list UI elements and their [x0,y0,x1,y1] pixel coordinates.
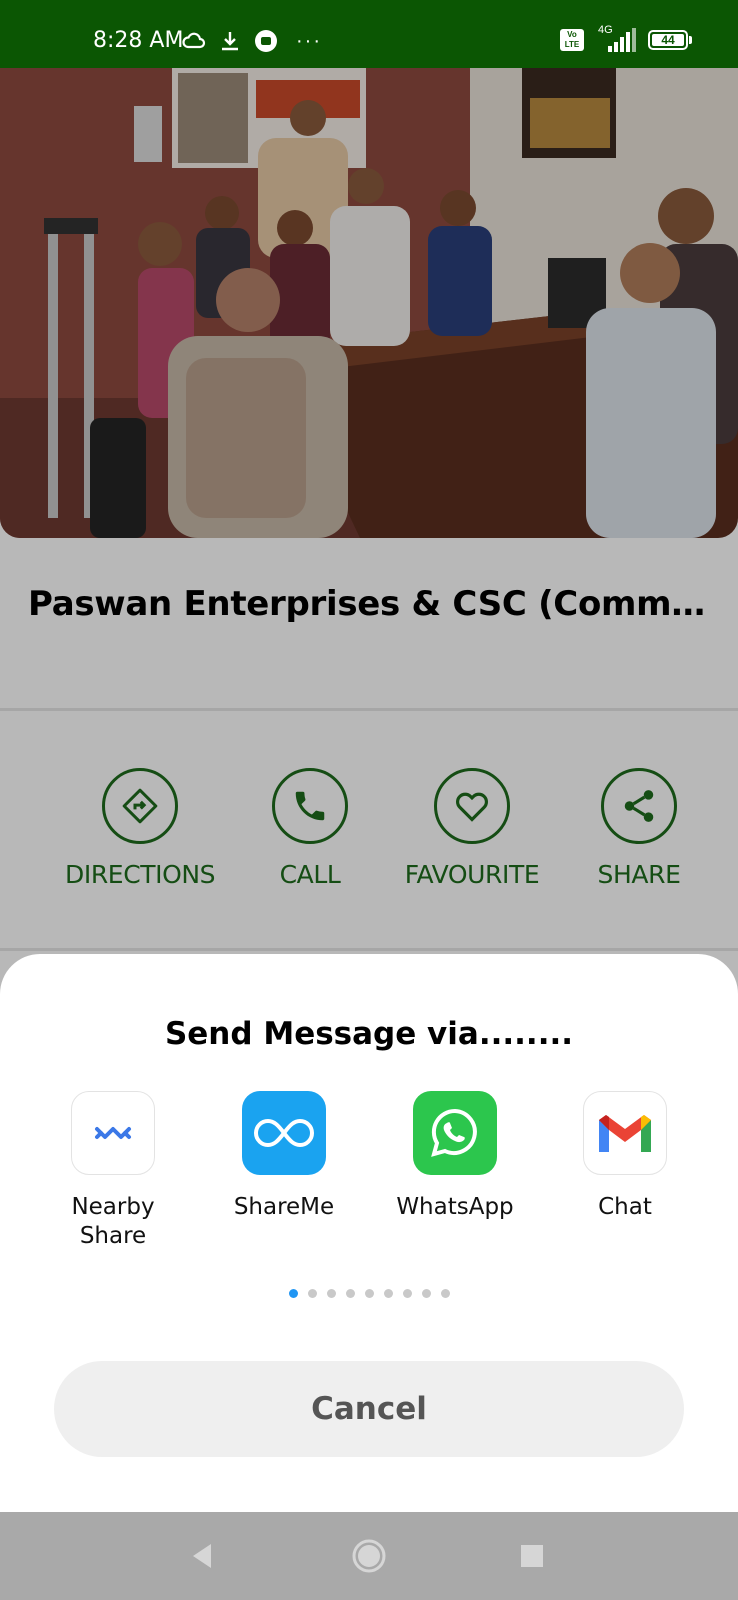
status-bar: 8:28 AM ··· Vo LTE 4G 44 [0,0,738,68]
share-target-nearby-share[interactable]: Nearby Share [28,1091,198,1251]
nearby-share-icon [71,1091,155,1175]
battery-icon: 44 [648,30,692,50]
volte-icon: Vo LTE [560,29,584,51]
page-dot-active [288,1289,298,1298]
app-notification-icon [255,30,277,52]
page-dot [345,1289,355,1298]
status-time: 8:28 AM [93,28,184,53]
page-dot [440,1289,450,1298]
app-label: WhatsApp [396,1194,514,1220]
app-label: Nearby Share [71,1194,155,1249]
share-target-whatsapp[interactable]: WhatsApp [370,1091,540,1222]
back-button[interactable] [178,1532,226,1580]
page-dot [402,1289,412,1298]
page-indicator [0,1289,738,1298]
back-icon [193,1544,211,1568]
recents-button[interactable] [508,1532,556,1580]
share-target-shareme[interactable]: ShareMe [199,1091,369,1222]
home-icon [352,1539,386,1573]
cloud-icon [182,32,206,49]
sheet-title: Send Message via........ [164,1016,574,1052]
page-dot [383,1289,393,1298]
page-dot [421,1289,431,1298]
download-icon [222,32,238,51]
shareme-icon [242,1091,326,1175]
page-dot [364,1289,374,1298]
page-dot [307,1289,317,1298]
navigation-bar [0,1512,738,1600]
app-label: ShareMe [233,1194,335,1220]
page-dot [326,1289,336,1298]
notification-icons: ··· [182,26,322,56]
gmail-icon [583,1091,667,1175]
cancel-button[interactable]: Cancel [54,1361,684,1457]
recents-icon [521,1545,543,1567]
share-target-chat[interactable]: Chat [540,1091,710,1222]
app-label: Chat [598,1194,652,1220]
more-notifications-icon: ··· [296,29,322,52]
share-bottom-sheet: Send Message via........ Nearby Share Sh… [0,954,738,1512]
whatsapp-icon [413,1091,497,1175]
signal-icon: 4G [594,24,638,54]
home-button[interactable] [345,1532,393,1580]
system-icons: Vo LTE 4G 44 [560,24,692,56]
